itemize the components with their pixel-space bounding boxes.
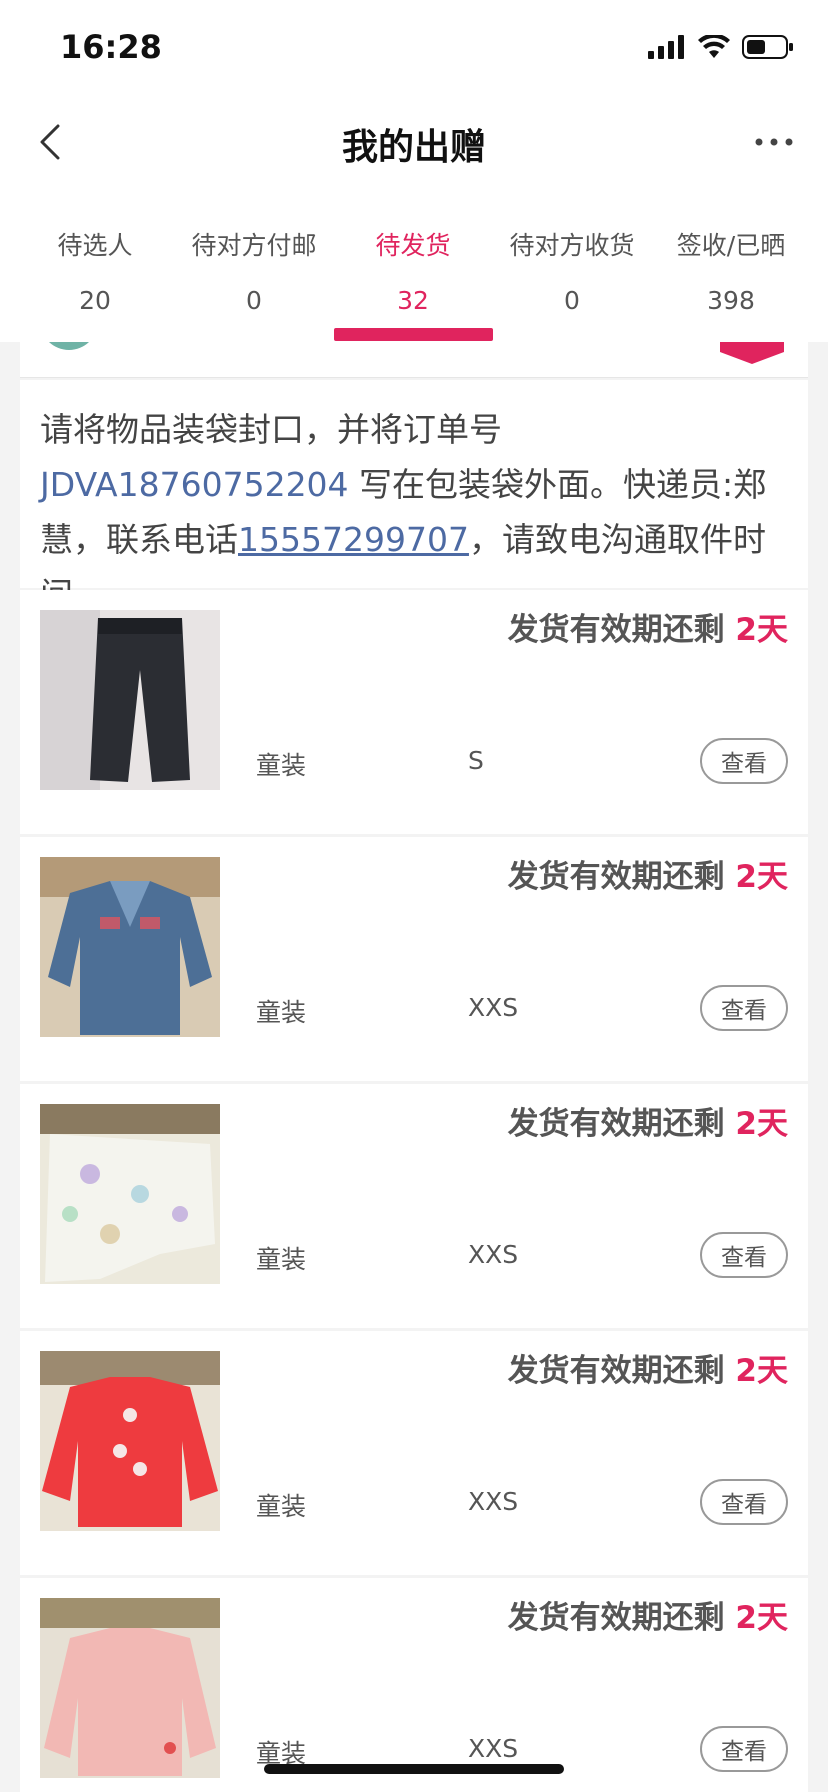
deadline-label: 发货有效期还剩	[507, 1106, 725, 1142]
status-bar: 16:28	[0, 0, 828, 96]
tab-count: 20	[79, 286, 111, 315]
item-photo-denim-jacket	[40, 857, 220, 1037]
item-photo-jeans	[40, 610, 220, 790]
battery-icon	[742, 35, 793, 59]
tab-label: 待对方付邮	[191, 231, 317, 260]
signal-icon	[648, 35, 684, 59]
tab-count: 0	[564, 286, 580, 315]
ribbon-badge-icon	[720, 342, 784, 364]
status-tabs: 待选人 20 待对方付邮 0 待发货 32 待对方收货 0 签收/已晒 398	[0, 188, 828, 342]
active-tab-indicator	[334, 328, 493, 341]
shipping-deadline: 发货有效期还剩 2天	[508, 1098, 788, 1143]
order-number: JDVA18760752204	[40, 465, 349, 504]
list-item: 发货有效期还剩 2天 童装 S 查看	[20, 590, 808, 834]
item-photo-leggings	[40, 1104, 220, 1284]
item-size: XXS	[468, 1487, 519, 1516]
partial-card-header	[20, 342, 808, 378]
view-button[interactable]: 查看	[700, 985, 788, 1031]
home-indicator[interactable]	[264, 1764, 564, 1774]
tab-pending-postage[interactable]: 待对方付邮 0	[171, 188, 337, 342]
deadline-days: 2天	[735, 1106, 788, 1142]
item-category: 童装	[256, 998, 307, 1027]
item-size: XXS	[468, 1240, 519, 1269]
tab-label: 待对方收货	[509, 231, 635, 260]
shipping-instructions: 请将物品装袋封口，并将订单号 JDVA18760752204 写在包装袋外面。快…	[20, 380, 808, 614]
tab-count: 0	[246, 286, 262, 315]
deadline-label: 发货有效期还剩	[507, 1353, 725, 1389]
avatar	[40, 342, 98, 350]
list-item: 发货有效期还剩 2天 童装 XXS 查看	[20, 1331, 808, 1575]
shipping-deadline: 发货有效期还剩 2天	[508, 851, 788, 896]
list-item: 发货有效期还剩 2天 童装 XXS 查看	[20, 837, 808, 1081]
shipping-deadline: 发货有效期还剩 2天	[508, 1345, 788, 1390]
deadline-days: 2天	[735, 612, 788, 648]
more-horizontal-icon	[755, 138, 793, 146]
shipping-deadline: 发货有效期还剩 2天	[508, 1592, 788, 1637]
status-icons	[648, 34, 794, 60]
view-button[interactable]: 查看	[700, 1232, 788, 1278]
tab-count: 398	[707, 286, 755, 315]
view-button[interactable]: 查看	[700, 1726, 788, 1772]
view-button[interactable]: 查看	[700, 738, 788, 784]
wifi-icon	[698, 35, 730, 58]
deadline-days: 2天	[735, 859, 788, 895]
instructions-part-1: 请将物品装袋封口，并将订单号	[40, 410, 502, 449]
deadline-days: 2天	[735, 1353, 788, 1389]
tab-pending-selection[interactable]: 待选人 20	[12, 188, 178, 342]
deadline-label: 发货有效期还剩	[507, 859, 725, 895]
more-button[interactable]	[750, 118, 798, 166]
status-time: 16:28	[60, 28, 162, 66]
navigation-bar: 我的出赠	[0, 96, 828, 188]
tab-count: 32	[397, 286, 429, 315]
tab-label: 待发货	[375, 231, 451, 260]
tab-label: 待选人	[57, 231, 133, 260]
deadline-label: 发货有效期还剩	[507, 1600, 725, 1636]
deadline-label: 发货有效期还剩	[507, 612, 725, 648]
tab-pending-shipment[interactable]: 待发货 32	[330, 188, 496, 342]
item-photo-red-sweater	[40, 1351, 220, 1531]
tab-signed-shared[interactable]: 签收/已晒 398	[648, 188, 814, 342]
page-title: 我的出赠	[341, 127, 486, 168]
item-size: XXS	[468, 993, 519, 1022]
item-category: 童装	[256, 751, 307, 780]
view-button[interactable]: 查看	[700, 1479, 788, 1525]
content-list: 请将物品装袋封口，并将订单号 JDVA18760752204 写在包装袋外面。快…	[20, 342, 808, 1792]
deadline-days: 2天	[735, 1600, 788, 1636]
item-size: S	[468, 746, 484, 775]
item-category: 童装	[256, 1492, 307, 1521]
courier-phone-link[interactable]: 15557299707	[238, 520, 469, 559]
tab-pending-receipt[interactable]: 待对方收货 0	[489, 188, 655, 342]
shipping-deadline: 发货有效期还剩 2天	[508, 604, 788, 649]
tab-label: 签收/已晒	[676, 231, 786, 260]
instructions-text: 请将物品装袋封口，并将订单号 JDVA18760752204 写在包装袋外面。快…	[40, 402, 788, 622]
item-photo-pink-top	[40, 1598, 220, 1778]
list-item: 发货有效期还剩 2天 童装 XXS 查看	[20, 1084, 808, 1328]
list-item: 发货有效期还剩 2天 童装 XXS 查看	[20, 1578, 808, 1792]
item-size: XXS	[468, 1734, 519, 1763]
item-category: 童装	[256, 1245, 307, 1274]
